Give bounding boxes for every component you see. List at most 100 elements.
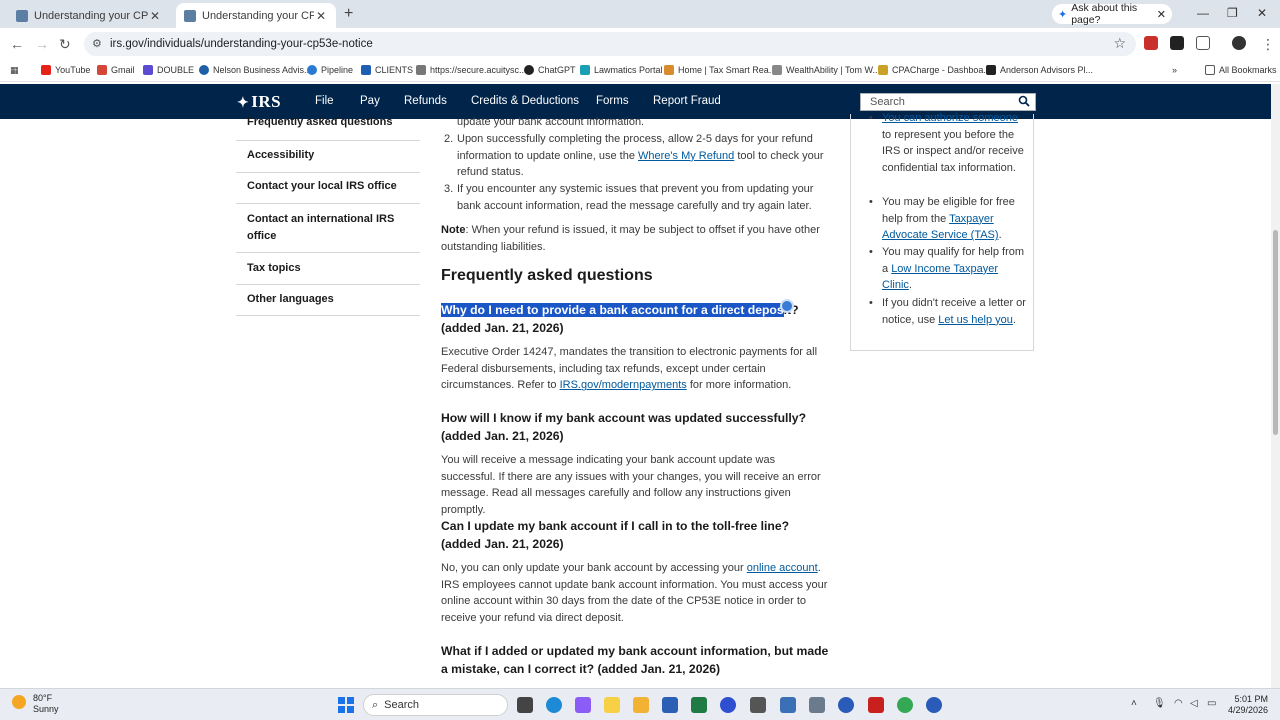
wifi-icon[interactable]: ◠	[1174, 698, 1183, 709]
extension-pdf-icon[interactable]	[1144, 36, 1158, 50]
extension-icon[interactable]	[1170, 36, 1184, 50]
modern-payments-link[interactable]: IRS.gov/modernpayments	[560, 379, 687, 391]
system-clock[interactable]: 5:01 PM 4/29/2026	[1222, 694, 1268, 716]
faq-question-1[interactable]: Why do I need to provide a bank account …	[441, 301, 831, 337]
bookmark-taxsmart[interactable]: Home | Tax Smart Rea...	[664, 65, 776, 75]
nav-forms[interactable]: Forms	[596, 95, 629, 107]
volume-icon[interactable]: ◁	[1190, 698, 1198, 709]
bookmark-label: Pipeline	[321, 65, 354, 75]
let-us-help-link[interactable]: Let us help you	[938, 314, 1013, 326]
apps-grid-icon[interactable]: ▦	[10, 65, 19, 76]
bookmark-acuity[interactable]: https://secure.acuitysc...	[416, 65, 527, 75]
sidebar-item-international-office[interactable]: Contact an international IRS office	[236, 204, 420, 253]
bookmark-nelson[interactable]: Nelson Business Advis...	[199, 65, 312, 75]
profile-avatar[interactable]	[1232, 36, 1246, 50]
bookmark-wealthability[interactable]: WealthAbility | Tom W...	[772, 65, 880, 75]
back-icon[interactable]: ←	[10, 36, 24, 52]
copilot-icon[interactable]	[575, 697, 591, 713]
irs-search-input[interactable]: Search	[860, 93, 1036, 111]
wheres-my-refund-link[interactable]: Where's My Refund	[638, 150, 734, 162]
weather-widget[interactable]: 80°F Sunny	[12, 693, 59, 715]
pipeline-icon	[307, 65, 317, 75]
chrome-icon[interactable]	[897, 697, 913, 713]
zoom-icon[interactable]	[720, 697, 736, 713]
outlook-icon[interactable]	[780, 697, 796, 713]
bookmark-double[interactable]: DOUBLE	[143, 65, 194, 75]
faq-question-4[interactable]: What if I added or updated my bank accou…	[441, 642, 831, 678]
bookmark-pipeline[interactable]: Pipeline	[307, 65, 353, 75]
sidebar-item-tax-topics[interactable]: Tax topics	[236, 253, 420, 285]
address-bar[interactable]: ⚙ irs.gov/individuals/understanding-your…	[84, 32, 1136, 56]
online-account-link[interactable]: online account	[747, 562, 818, 574]
faq-question-2[interactable]: How will I know if my bank account was u…	[441, 409, 831, 445]
forward-icon[interactable]: →	[35, 36, 49, 52]
taskbar-search[interactable]: ⌕ Search	[363, 694, 508, 716]
battery-icon[interactable]: ▭	[1207, 698, 1216, 709]
nav-pay[interactable]: Pay	[360, 95, 380, 107]
calculator-icon[interactable]	[809, 697, 825, 713]
search-icon[interactable]	[1018, 95, 1032, 109]
edge-icon[interactable]	[546, 697, 562, 713]
sidebar-item-faq[interactable]: Frequently asked questions	[236, 114, 420, 141]
scrollbar-thumb[interactable]	[1273, 230, 1278, 435]
browser-tab-2[interactable]: Understanding your CP53E notice ✕	[176, 3, 336, 28]
nav-file[interactable]: File	[315, 95, 334, 107]
tray-chevron-icon[interactable]: ˄	[1131, 698, 1137, 709]
acrobat-icon[interactable]	[868, 697, 884, 713]
nav-credits-deductions[interactable]: Credits & Deductions	[471, 95, 579, 107]
bookmark-label: Home | Tax Smart Rea...	[678, 65, 777, 75]
bookmark-lawmatics[interactable]: Lawmatics Portal	[580, 65, 663, 75]
bookmark-anderson[interactable]: Anderson Advisors Pl...	[986, 65, 1093, 75]
app-icon[interactable]	[750, 697, 766, 713]
close-icon[interactable]: ✕	[1157, 8, 1166, 21]
sticky-notes-icon[interactable]	[604, 697, 620, 713]
excel-icon[interactable]	[691, 697, 707, 713]
sidebar-item-local-office[interactable]: Contact your local IRS office	[236, 173, 420, 204]
authorize-someone-link[interactable]: You can authorize someone	[882, 112, 1018, 124]
reload-icon[interactable]: ↻	[59, 36, 71, 53]
extensions-puzzle-icon[interactable]	[1196, 36, 1210, 50]
sun-icon	[12, 695, 26, 709]
low-income-clinic-link[interactable]: Low Income Taxpayer Clinic	[882, 263, 998, 292]
page-scrollbar[interactable]	[1271, 84, 1280, 688]
help-text-end: .	[1012, 313, 1016, 326]
word-icon[interactable]	[662, 697, 678, 713]
selected-text: Why do I need to provide a bank account …	[441, 303, 784, 317]
nav-report-fraud[interactable]: Report Fraud	[653, 95, 721, 107]
sidebar-item-accessibility[interactable]: Accessibility	[236, 141, 420, 173]
bookmark-chatgpt[interactable]: ChatGPT	[524, 65, 576, 75]
browser-tab-1[interactable]: Understanding your CP53E notice ✕	[8, 3, 170, 28]
microphone-icon[interactable]: 🎙	[1153, 698, 1166, 709]
sidebar-item-other-languages[interactable]: Other languages	[236, 285, 420, 316]
irs-logo[interactable]: ✦ IRS	[237, 92, 281, 112]
faq-question-3[interactable]: Can I update my bank account if I call i…	[441, 517, 831, 553]
bookmark-clients[interactable]: CLIENTS	[361, 65, 413, 75]
app-icon[interactable]	[838, 697, 854, 713]
irs-eagle-icon: ✦	[237, 96, 250, 111]
close-window-icon[interactable]: ✕	[1257, 6, 1267, 20]
ask-about-page-button[interactable]: ✦ Ask about this page? ✕	[1052, 2, 1172, 26]
bookmark-star-icon[interactable]: ☆	[1113, 35, 1126, 52]
site-info-icon[interactable]: ⚙	[92, 37, 102, 50]
bookmark-cpacharge[interactable]: CPACharge - Dashboa...	[878, 65, 991, 75]
close-tab-icon[interactable]: ✕	[314, 9, 328, 23]
menu-kebab-icon[interactable]: ⋮	[1261, 36, 1275, 53]
new-tab-icon[interactable]: +	[344, 5, 353, 23]
bookmark-youtube[interactable]: YouTube	[41, 65, 90, 75]
browser-toolbar: ← → ↻ ⚙ irs.gov/individuals/understandin…	[0, 28, 1280, 60]
minimize-icon[interactable]: —	[1197, 6, 1209, 20]
bookmark-label: Gmail	[111, 65, 135, 75]
windows-start-icon[interactable]	[338, 697, 354, 713]
nav-refunds[interactable]: Refunds	[404, 95, 447, 107]
bookmark-gmail[interactable]: Gmail	[97, 65, 135, 75]
taskbar-search-label: Search	[384, 699, 420, 711]
windows-taskbar: 80°F Sunny ⌕ Search ˄ 🎙 ◠ ◁ ▭ 5:01 PM 4/…	[0, 688, 1280, 720]
close-tab-icon[interactable]: ✕	[148, 9, 162, 23]
restore-icon[interactable]: ❐	[1227, 6, 1238, 20]
bookmarks-bar: ▦ YouTube Gmail DOUBLE Nelson Business A…	[0, 60, 1280, 82]
file-explorer-icon[interactable]	[633, 697, 649, 713]
more-bookmarks-icon[interactable]: »	[1172, 65, 1177, 75]
app-icon[interactable]	[926, 697, 942, 713]
all-bookmarks[interactable]: All Bookmarks	[1205, 65, 1277, 75]
task-view-icon[interactable]	[517, 697, 533, 713]
